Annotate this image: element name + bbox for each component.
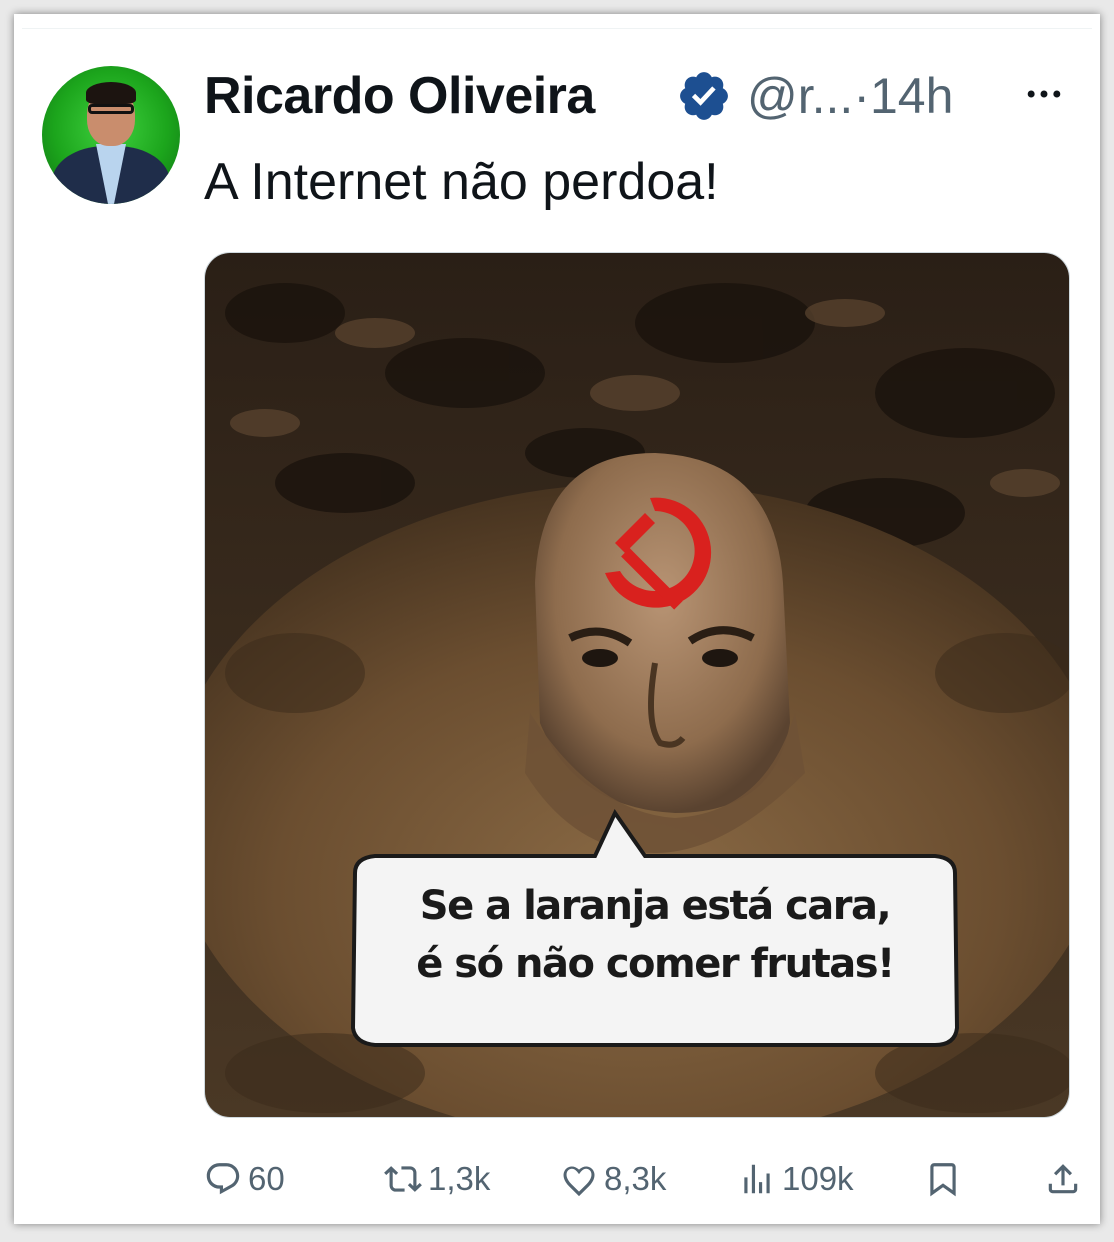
share-icon (1048, 1164, 1078, 1194)
repost-icon (384, 1166, 422, 1192)
reply-icon (206, 1163, 240, 1195)
like-button[interactable]: 8,3k (560, 1154, 666, 1204)
reply-button[interactable]: 60 (204, 1154, 285, 1204)
like-icon (563, 1166, 595, 1197)
tweet-card[interactable]: Ricardo Oliveira @r...·14h A Internet nã… (14, 14, 1100, 1224)
separator: · (853, 68, 870, 124)
tweet-image[interactable]: Se a laranja está cara, é só não comer f… (204, 252, 1070, 1118)
action-bar: 60 1,3k 8,3k 109k (204, 1154, 1078, 1204)
author-name[interactable]: Ricardo Oliveira (204, 66, 595, 126)
repost-button[interactable]: 1,3k (384, 1154, 490, 1204)
timestamp[interactable]: 14h (870, 68, 953, 124)
speech-bubble-line2: é só não comer frutas! (416, 941, 895, 987)
share-button[interactable] (1044, 1154, 1082, 1204)
views-button[interactable]: 109k (738, 1154, 854, 1204)
like-count: 8,3k (604, 1160, 667, 1197)
more-icon[interactable] (1022, 72, 1066, 116)
tweet-text: A Internet não perdoa! (204, 153, 719, 211)
author-handle[interactable]: @r... (747, 68, 853, 124)
views-count: 109k (782, 1160, 854, 1197)
avatar[interactable] (42, 66, 180, 204)
speech-bubble-text: Se a laranja está cara, é só não comer f… (360, 877, 950, 993)
verified-badge-icon (680, 72, 728, 120)
bookmark-icon (930, 1163, 956, 1197)
repost-count: 1,3k (428, 1160, 491, 1197)
views-icon (744, 1164, 770, 1194)
reply-count: 60 (248, 1160, 285, 1197)
speech-bubble-line1: Se a laranja está cara, (419, 883, 892, 929)
author-handle-time[interactable]: @r...·14h (747, 66, 953, 126)
divider (22, 28, 1092, 29)
bookmark-button[interactable] (924, 1154, 962, 1204)
